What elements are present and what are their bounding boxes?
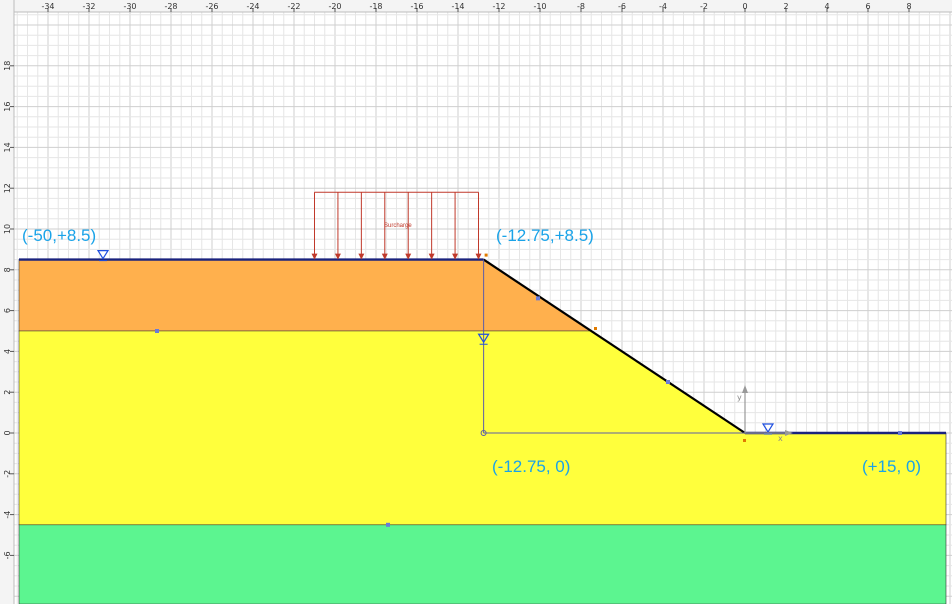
coord-label-right-end: (+15, 0) (862, 457, 921, 476)
vertex-marker (536, 296, 540, 301)
y-axis-arrow-head (742, 385, 748, 393)
y-ruler-label: 14 (3, 142, 12, 152)
bottom-soil-layer (18, 524, 947, 604)
x-ruler-label: -32 (82, 2, 95, 11)
y-ruler-label: 18 (3, 61, 12, 71)
x-ruler-label: 8 (906, 2, 911, 11)
x-ruler-label: -14 (451, 2, 464, 11)
y-ruler-label: 8 (3, 267, 12, 272)
x-ruler-label: -26 (205, 2, 218, 11)
x-ruler-label: -18 (369, 2, 382, 11)
y-axis-label: y (737, 393, 742, 402)
surcharge-label: Surcharge (384, 223, 412, 229)
x-ruler-label: 0 (742, 2, 747, 11)
y-ruler-label: 4 (3, 349, 12, 354)
y-ruler-label: 16 (3, 102, 12, 112)
x-ruler-label: 6 (865, 2, 870, 11)
coord-label-left-crest: (-50,+8.5) (22, 226, 96, 245)
node-marker (743, 439, 746, 442)
water-table-icon (761, 423, 775, 434)
node-marker (484, 253, 488, 257)
x-ruler-label: -10 (533, 2, 546, 11)
x-ruler-label: -2 (700, 2, 708, 11)
y-ruler-label: 10 (3, 224, 12, 234)
x-ruler-label: -30 (123, 2, 136, 11)
upper-soil-layer (18, 259, 593, 332)
y-ruler-label: 0 (3, 430, 12, 435)
vertex-marker (386, 522, 390, 527)
x-ruler-label: -12 (492, 2, 505, 11)
x-ruler-label: 2 (783, 2, 788, 11)
y-ruler-label: 2 (3, 390, 12, 395)
vertex-marker (898, 431, 902, 435)
vertex-marker (666, 380, 670, 384)
node-marker (594, 327, 597, 330)
y-ruler-label: 12 (3, 183, 12, 193)
x-ruler-label: -6 (618, 2, 626, 11)
x-ruler-label: -28 (164, 2, 177, 11)
x-axis-label: x (778, 434, 783, 443)
y-ruler-label: -2 (3, 470, 12, 478)
x-ruler-label: -8 (577, 2, 585, 11)
x-ruler-label: -20 (328, 2, 341, 11)
model-canvas[interactable]: yx -34 -32 -30 -28 -26 -24 -22 -20 -18 -16 -14 -12-… (0, 0, 952, 604)
y-ruler-label: -4 (3, 511, 12, 519)
x-ruler-label: -16 (410, 2, 423, 11)
y-ruler-label: 6 (3, 308, 12, 313)
x-ruler-label: -4 (659, 2, 667, 11)
x-ruler-label: 4 (824, 2, 829, 11)
coord-label-right-crest: (-12.75,+8.5) (496, 226, 594, 245)
x-ruler-label: -24 (246, 2, 259, 11)
x-ruler-label: -34 (41, 2, 54, 11)
vertex-marker (155, 329, 159, 333)
top-ruler (0, 0, 952, 12)
coord-label-toe-origin: (-12.75, 0) (492, 457, 570, 476)
y-ruler-label: -6 (3, 551, 12, 559)
x-ruler-label: -22 (287, 2, 300, 11)
